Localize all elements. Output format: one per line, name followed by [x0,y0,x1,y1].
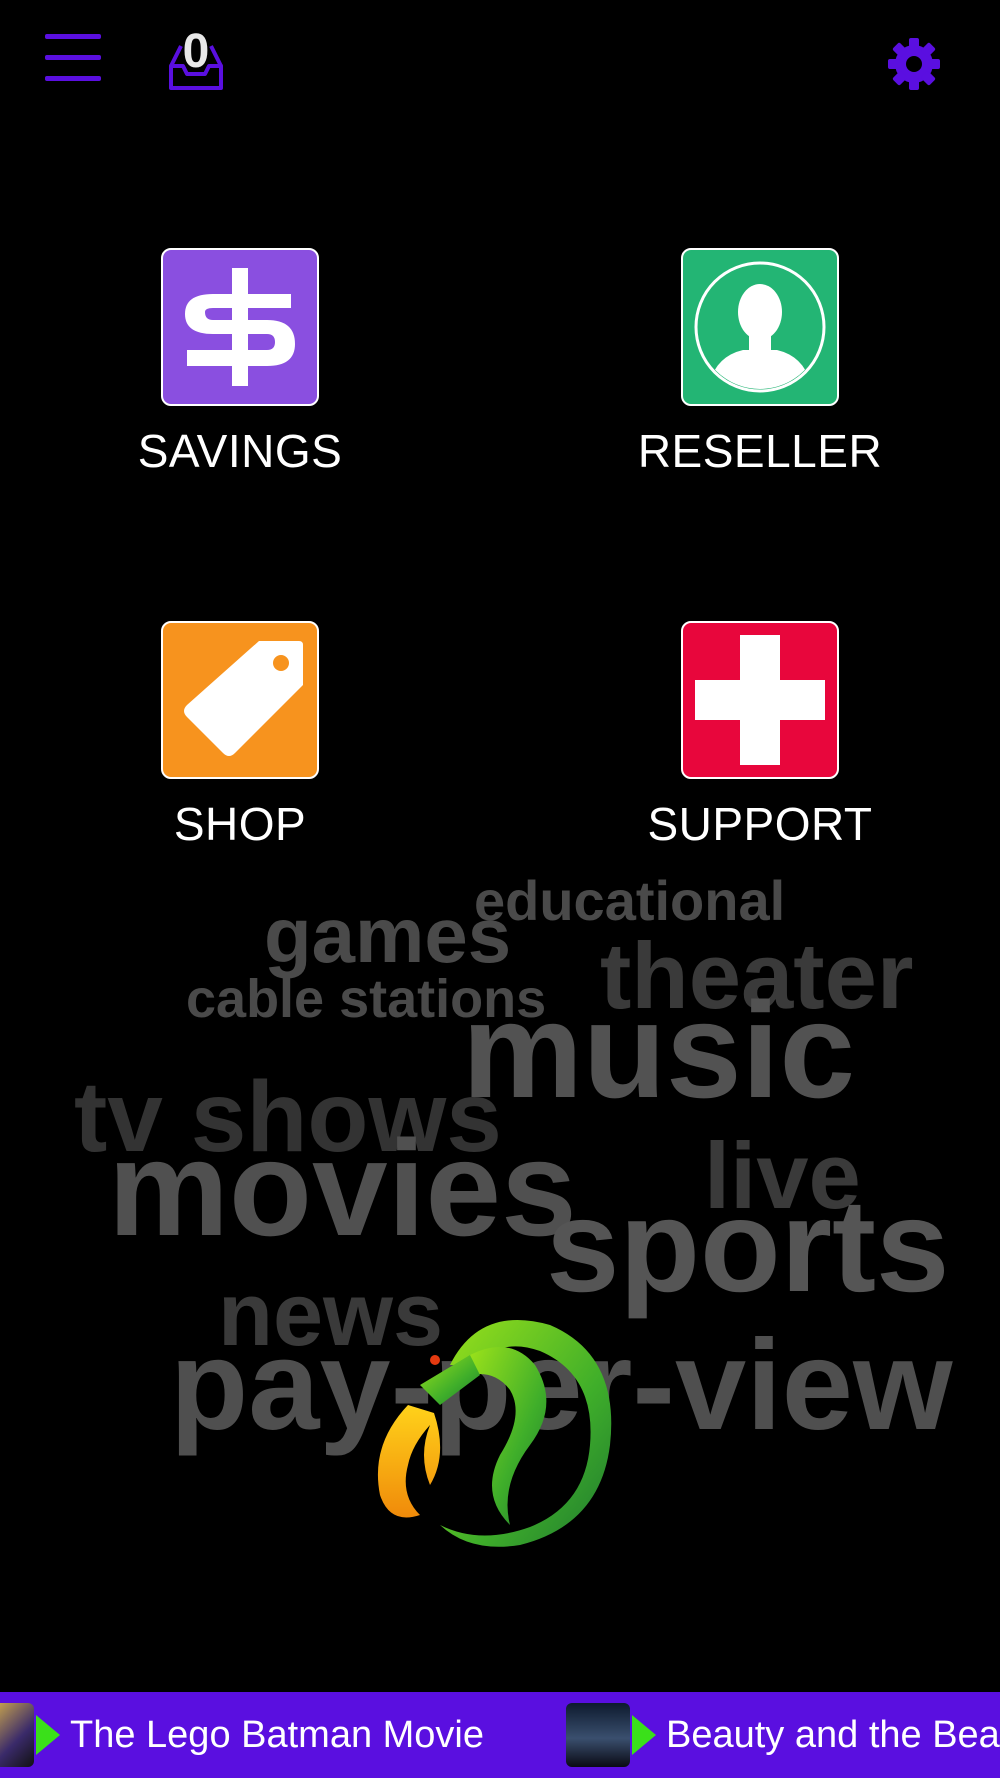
gear-icon [888,38,940,90]
support-tile[interactable]: SUPPORT [610,621,910,851]
ticker-title: The Lego Batman Movie [70,1713,485,1756]
ticker-item-beauty-and-the-beast[interactable]: Beauty and the Beast [566,1692,1000,1778]
savings-tile[interactable]: SAVINGS [90,248,390,478]
cloud-word-music: music [462,974,856,1126]
settings-button[interactable] [886,36,942,92]
reseller-icon-box [681,248,839,406]
top-bar: 0 [0,0,1000,130]
shop-label: SHOP [173,798,307,850]
poster-thumbnail [0,1703,34,1767]
play-icon [36,1715,60,1755]
menu-icon[interactable] [45,34,101,82]
ticker-title: Beauty and the Beast [666,1713,1000,1756]
cross-icon [695,635,825,765]
dragon-logo [377,1320,612,1547]
reseller-tile[interactable]: RESELLER [610,248,910,478]
savings-label: SAVINGS [137,425,343,477]
person-icon [694,261,826,393]
reseller-label: RESELLER [637,425,883,477]
tag-icon [184,641,303,756]
shop-tile[interactable]: SHOP [90,621,390,851]
shop-icon-box [161,621,319,779]
dollar-icon [185,268,295,386]
inbox-button[interactable]: 0 [165,25,227,92]
cloud-word-movies: movies [108,1112,577,1264]
support-icon-box [681,621,839,779]
poster-thumbnail [566,1703,630,1767]
support-label: SUPPORT [647,798,873,850]
savings-icon-box [161,248,319,406]
play-icon [632,1715,656,1755]
now-playing-ticker: The Lego Batman Movie Beauty and the Bea… [0,1692,1000,1778]
ticker-item-lego-batman[interactable]: The Lego Batman Movie [0,1692,484,1778]
inbox-count-badge: 0 [182,25,210,78]
